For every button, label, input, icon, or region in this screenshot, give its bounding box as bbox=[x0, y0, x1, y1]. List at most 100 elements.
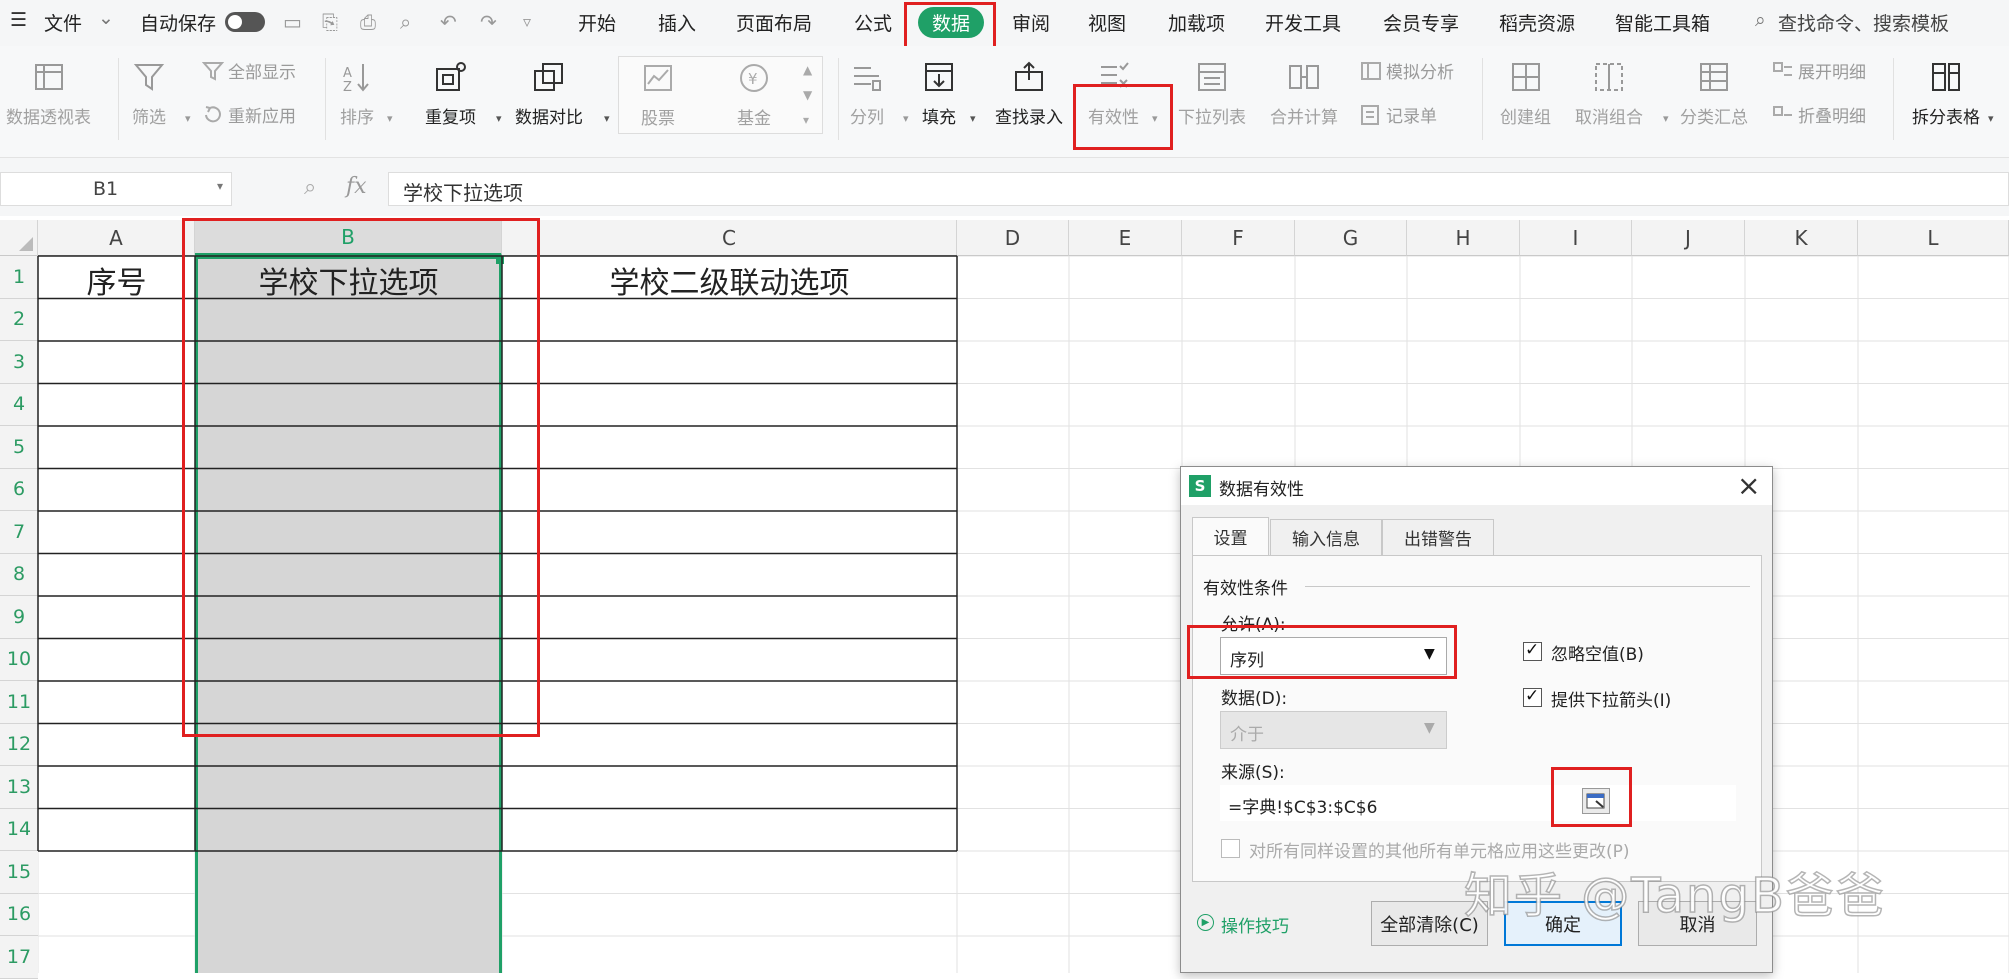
tab-member[interactable]: 会员专享 bbox=[1383, 9, 1459, 36]
column-header-h[interactable]: H bbox=[1407, 220, 1520, 256]
gallery-scroll-arrows[interactable]: ▲ ▼ ▾ bbox=[803, 58, 812, 133]
chevron-down-icon[interactable]: ⌄ bbox=[98, 7, 114, 29]
column-header-d[interactable]: D bbox=[957, 220, 1069, 256]
source-input[interactable]: =字典!$C$3:$C$6 bbox=[1220, 785, 1736, 821]
reapply-icon bbox=[205, 105, 221, 122]
row-header-15[interactable]: 15 bbox=[0, 851, 38, 894]
reapply-button[interactable]: 重新应用 bbox=[202, 102, 296, 127]
record-form-button[interactable]: 记录单 bbox=[1360, 102, 1437, 127]
tab-page-layout[interactable]: 页面布局 bbox=[736, 9, 812, 36]
undo-icon[interactable]: ↶ bbox=[440, 10, 457, 34]
row-header-11[interactable]: 11 bbox=[0, 681, 38, 724]
tab-smart-tools[interactable]: 智能工具箱 bbox=[1615, 9, 1710, 36]
row-header-12[interactable]: 12 bbox=[0, 723, 38, 766]
autosave-toggle[interactable] bbox=[225, 12, 265, 32]
row-header-10[interactable]: 10 bbox=[0, 638, 38, 681]
tab-review[interactable]: 审阅 bbox=[1012, 9, 1050, 36]
split-table-icon bbox=[1929, 60, 1963, 94]
ignore-blank-checkbox[interactable]: ✓ bbox=[1523, 640, 1542, 661]
preview-icon[interactable]: ⌕ bbox=[400, 10, 411, 34]
tab-docer[interactable]: 稻壳资源 bbox=[1499, 9, 1575, 36]
export-icon[interactable]: ⎘ bbox=[322, 10, 338, 34]
play-icon[interactable]: ▶ bbox=[1197, 914, 1214, 931]
sort-button[interactable]: AZ 排序 bbox=[340, 60, 374, 128]
formula-input[interactable]: 学校下拉选项 bbox=[388, 172, 2009, 206]
column-header-i[interactable]: I bbox=[1520, 220, 1632, 256]
search-icon[interactable]: ⌕ bbox=[1755, 9, 1766, 31]
command-search[interactable]: 查找命令、搜索模板 bbox=[1778, 9, 1949, 36]
row-header-6[interactable]: 6 bbox=[0, 468, 38, 511]
row-header-16[interactable]: 16 bbox=[0, 893, 38, 936]
show-all-icon bbox=[202, 61, 224, 81]
row-header-7[interactable]: 7 bbox=[0, 511, 38, 554]
row-header-14[interactable]: 14 bbox=[0, 808, 38, 851]
compare-button[interactable]: 数据对比 bbox=[515, 60, 583, 128]
column-header-g[interactable]: G bbox=[1295, 220, 1407, 256]
quick-access-more-icon[interactable]: ▿ bbox=[523, 12, 531, 31]
column-header-c[interactable]: C bbox=[502, 220, 957, 256]
row-header-1[interactable]: 1 bbox=[0, 256, 38, 299]
row-header-2[interactable]: 2 bbox=[0, 298, 38, 341]
show-all-button[interactable]: 全部显示 bbox=[202, 58, 296, 83]
column-header-a[interactable]: A bbox=[38, 220, 195, 256]
tips-link[interactable]: 操作技巧 bbox=[1221, 912, 1289, 937]
create-group-button[interactable]: 创建组 bbox=[1500, 60, 1551, 128]
consolidate-button[interactable]: 合并计算 bbox=[1270, 60, 1338, 128]
row-header-8[interactable]: 8 bbox=[0, 553, 38, 596]
close-icon[interactable]: × bbox=[1737, 469, 1760, 502]
funds-button[interactable]: ¥ 基金 bbox=[737, 61, 771, 129]
row-header-13[interactable]: 13 bbox=[0, 766, 38, 809]
cell-c1[interactable]: 学校二级联动选项 bbox=[502, 258, 957, 302]
split-column-button[interactable]: 分列 bbox=[850, 60, 884, 128]
row-header-9[interactable]: 9 bbox=[0, 596, 38, 639]
tab-developer[interactable]: 开发工具 bbox=[1265, 9, 1341, 36]
dropdown-arrow-checkbox[interactable]: ✓ bbox=[1523, 686, 1542, 707]
column-header-f[interactable]: F bbox=[1182, 220, 1295, 256]
tab-addins[interactable]: 加载项 bbox=[1168, 9, 1225, 36]
fx-icon[interactable]: fx bbox=[346, 174, 367, 199]
collapse-detail-button[interactable]: 折叠明细 bbox=[1772, 102, 1866, 127]
lookup-entry-button[interactable]: 查找录入 bbox=[995, 60, 1063, 128]
row-header-3[interactable]: 3 bbox=[0, 341, 38, 384]
fill-button[interactable]: 填充 bbox=[922, 60, 956, 128]
save-icon[interactable]: ▭ bbox=[283, 10, 302, 34]
simulate-analysis-button[interactable]: 模拟分析 bbox=[1360, 58, 1454, 83]
filter-button[interactable]: 筛选 bbox=[132, 60, 166, 128]
print-icon[interactable]: ⎙ bbox=[360, 10, 376, 34]
split-table-button[interactable]: 拆分表格 bbox=[1912, 60, 1980, 128]
cell-a1[interactable]: 序号 bbox=[38, 258, 195, 302]
column-header-e[interactable]: E bbox=[1069, 220, 1182, 256]
row-header-17[interactable]: 17 bbox=[0, 936, 38, 979]
column-header-j[interactable]: J bbox=[1632, 220, 1745, 256]
svg-text:Z: Z bbox=[343, 80, 352, 93]
ungroup-button[interactable]: 取消组合 bbox=[1575, 60, 1643, 128]
tab-home[interactable]: 开始 bbox=[578, 9, 616, 36]
tab-settings[interactable]: 设置 bbox=[1192, 517, 1269, 555]
stocks-button[interactable]: 股票 bbox=[641, 61, 675, 129]
chevron-down-icon: ▼ bbox=[1424, 720, 1435, 736]
apply-all-checkbox[interactable] bbox=[1221, 839, 1240, 858]
name-box[interactable]: B1 ▾ bbox=[0, 172, 232, 206]
row-header-4[interactable]: 4 bbox=[0, 383, 38, 426]
tab-view[interactable]: 视图 bbox=[1088, 9, 1126, 36]
chevron-down-icon[interactable]: ▾ bbox=[217, 179, 223, 193]
column-header-l[interactable]: L bbox=[1858, 220, 2009, 256]
column-header-k[interactable]: K bbox=[1745, 220, 1858, 256]
zoom-icon[interactable]: ⌕ bbox=[304, 175, 316, 200]
file-menu[interactable]: 文件 bbox=[44, 9, 82, 36]
expand-detail-button[interactable]: 展开明细 bbox=[1772, 58, 1866, 83]
hamburger-icon[interactable]: ☰ bbox=[10, 9, 27, 31]
duplicates-button[interactable]: 重复项 bbox=[425, 60, 476, 128]
pivot-table-button[interactable]: 数据透视表 bbox=[6, 60, 91, 128]
tab-formulas[interactable]: 公式 bbox=[854, 9, 892, 36]
tab-error-alert[interactable]: 出错警告 bbox=[1382, 519, 1494, 555]
svg-text:¥: ¥ bbox=[748, 70, 758, 88]
subtotal-button[interactable]: 分类汇总 bbox=[1680, 60, 1748, 128]
tab-input-message[interactable]: 输入信息 bbox=[1270, 519, 1382, 555]
record-form-icon bbox=[1361, 104, 1379, 125]
tab-insert[interactable]: 插入 bbox=[658, 9, 696, 36]
dropdown-list-button[interactable]: 下拉列表 bbox=[1178, 60, 1246, 128]
row-header-5[interactable]: 5 bbox=[0, 426, 38, 469]
select-all-corner[interactable] bbox=[0, 220, 38, 256]
redo-icon[interactable]: ↷ bbox=[480, 10, 497, 34]
